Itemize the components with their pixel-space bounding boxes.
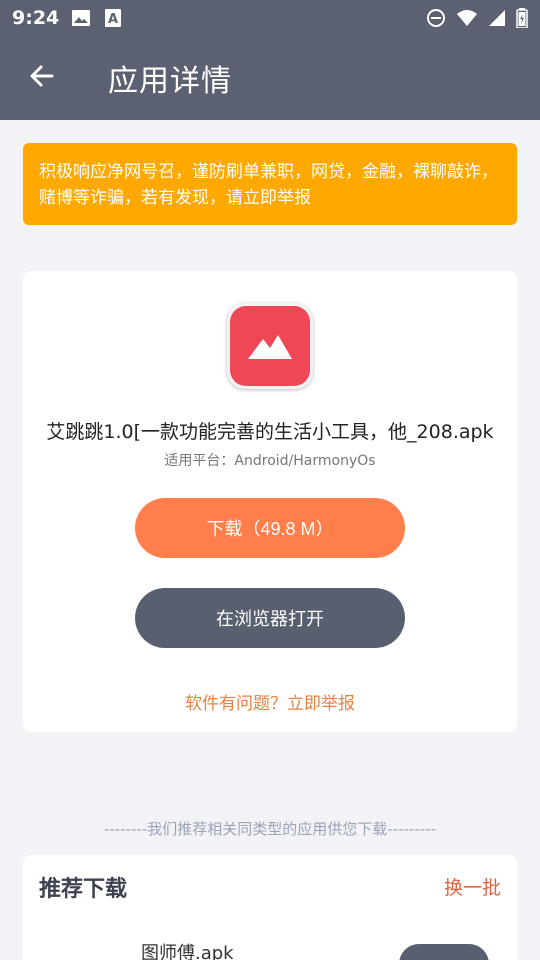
fraud-warning-banner: 积极响应净网号召，谨防刷单兼职，网贷，金融，裸聊敲诈，赌博等诈骗，若有发现，请立…: [23, 143, 517, 225]
recommend-card: 推荐下载 换一批 图师傅.apk: [23, 855, 517, 960]
status-left-icons: A: [71, 9, 122, 27]
status-time: 9:24: [12, 7, 60, 29]
app-detail-card: 艾跳跳1.0[一款功能完善的生活小工具，他_208.apk 适用平台：Andro…: [23, 271, 517, 732]
open-in-browser-button[interactable]: 在浏览器打开: [135, 588, 405, 648]
recommend-title: 推荐下载: [39, 877, 128, 902]
recommend-divider: --------我们推荐相关同类型的应用供您下载---------: [103, 820, 437, 838]
download-button[interactable]: 下载（49.8 M）: [135, 498, 405, 558]
fraud-warning-text: 积极响应净网号召，谨防刷单兼职，网贷，金融，裸聊敲诈，赌博等诈骗，若有发现，请立…: [39, 162, 498, 208]
recommend-download-button[interactable]: [399, 944, 489, 960]
status-bar: 9:24 A: [0, 0, 540, 36]
app-name: 艾跳跳1.0[一款功能完善的生活小工具，他_208.apk: [46, 421, 494, 443]
wifi-icon: [456, 9, 478, 27]
a-font-icon: A: [105, 9, 122, 27]
signal-icon: [488, 9, 506, 27]
battery-icon: [516, 8, 528, 28]
list-item[interactable]: 图师傅.apk: [141, 939, 234, 960]
svg-text:A: A: [108, 12, 118, 27]
page-title: 应用详情: [108, 64, 232, 99]
arrow-left-icon: [28, 62, 56, 94]
app-icon: [227, 303, 313, 389]
status-right-icons: [426, 8, 528, 28]
do-not-disturb-icon: [426, 8, 446, 28]
report-link[interactable]: 软件有问题？立即举报: [23, 689, 517, 714]
image-icon: [71, 9, 91, 27]
image-placeholder-icon: [230, 306, 310, 386]
back-button[interactable]: [0, 36, 84, 120]
refresh-batch-button[interactable]: 换一批: [444, 873, 501, 900]
app-platform: 适用平台：Android/HarmonyOs: [164, 453, 376, 469]
app-bar: 应用详情: [0, 36, 540, 120]
